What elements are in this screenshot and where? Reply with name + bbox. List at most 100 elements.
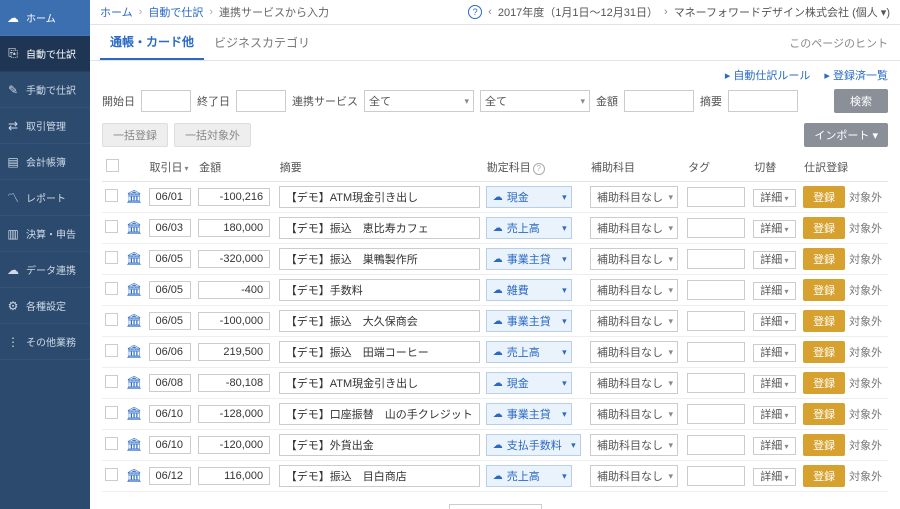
account-select[interactable]: 事業主貸: [486, 403, 572, 425]
row-checkbox[interactable]: [105, 344, 118, 357]
sidebar-item-link[interactable]: ☁データ連携: [0, 252, 90, 288]
subaccount-select[interactable]: 補助科目なし: [590, 186, 678, 208]
desc-input[interactable]: 【デモ】ATM現金引き出し: [279, 372, 480, 394]
row-checkbox[interactable]: [105, 282, 118, 295]
detail-button[interactable]: 詳細: [753, 251, 795, 269]
bulk-exclude-button[interactable]: 一括対象外: [174, 123, 251, 147]
service-select-2[interactable]: 全て: [480, 90, 590, 112]
account-select[interactable]: 事業主貸: [486, 248, 572, 270]
detail-button[interactable]: 詳細: [753, 189, 795, 207]
exclude-button[interactable]: 対象外: [849, 378, 882, 390]
account-select[interactable]: 雑費: [486, 279, 572, 301]
link-auto-rule[interactable]: ▸ 自動仕訳ルール: [725, 67, 811, 83]
bulk-register-button[interactable]: 一括登録: [102, 123, 168, 147]
exclude-button[interactable]: 対象外: [849, 440, 882, 452]
tag-input[interactable]: [687, 280, 745, 300]
memo-input[interactable]: [728, 90, 798, 112]
date-input[interactable]: 06/10: [149, 436, 191, 454]
subaccount-select[interactable]: 補助科目なし: [590, 310, 678, 332]
account-select[interactable]: 売上高: [486, 217, 572, 239]
show-more-button[interactable]: 続きを表示: [449, 504, 542, 509]
desc-input[interactable]: 【デモ】外貨出金: [279, 434, 480, 456]
date-input[interactable]: 06/03: [149, 219, 191, 237]
row-checkbox[interactable]: [105, 251, 118, 264]
subaccount-select[interactable]: 補助科目なし: [590, 217, 678, 239]
bank-icon[interactable]: 🏛: [126, 189, 143, 204]
bank-icon[interactable]: 🏛: [126, 406, 143, 421]
row-checkbox[interactable]: [105, 375, 118, 388]
col-date[interactable]: 取引日: [146, 153, 196, 182]
bank-icon[interactable]: 🏛: [126, 251, 143, 266]
register-button[interactable]: 登録: [803, 403, 845, 425]
tab-passbook[interactable]: 通帳・カード他: [100, 25, 204, 60]
row-checkbox[interactable]: [105, 220, 118, 233]
tab-category[interactable]: ビジネスカテゴリ: [204, 26, 320, 59]
register-button[interactable]: 登録: [803, 372, 845, 394]
desc-input[interactable]: 【デモ】振込 大久保商会: [279, 310, 480, 332]
tag-input[interactable]: [687, 466, 745, 486]
amount-input[interactable]: [624, 90, 694, 112]
detail-button[interactable]: 詳細: [753, 220, 795, 238]
exclude-button[interactable]: 対象外: [849, 316, 882, 328]
desc-input[interactable]: 【デモ】振込 目白商店: [279, 465, 480, 487]
desc-input[interactable]: 【デモ】振込 恵比寿カフェ: [279, 217, 480, 239]
register-button[interactable]: 登録: [803, 310, 845, 332]
desc-input[interactable]: 【デモ】口座振替 山の手クレジット: [279, 403, 480, 425]
desc-input[interactable]: 【デモ】振込 巣鴨製作所: [279, 248, 480, 270]
tag-input[interactable]: [687, 404, 745, 424]
subaccount-select[interactable]: 補助科目なし: [590, 279, 678, 301]
detail-button[interactable]: 詳細: [753, 406, 795, 424]
chevron-right-icon[interactable]: ›: [664, 6, 668, 18]
account-select[interactable]: 現金: [486, 372, 572, 394]
subaccount-select[interactable]: 補助科目なし: [590, 465, 678, 487]
exclude-button[interactable]: 対象外: [849, 223, 882, 235]
desc-input[interactable]: 【デモ】手数料: [279, 279, 480, 301]
end-date-input[interactable]: [236, 90, 286, 112]
account-select[interactable]: 支払手数料: [486, 434, 581, 456]
detail-button[interactable]: 詳細: [753, 313, 795, 331]
tag-input[interactable]: [687, 311, 745, 331]
bank-icon[interactable]: 🏛: [126, 375, 143, 390]
subaccount-select[interactable]: 補助科目なし: [590, 372, 678, 394]
row-checkbox[interactable]: [105, 437, 118, 450]
date-input[interactable]: 06/05: [149, 250, 191, 268]
sidebar-item-settings[interactable]: ⚙各種設定: [0, 288, 90, 324]
tag-input[interactable]: [687, 373, 745, 393]
tag-input[interactable]: [687, 435, 745, 455]
subaccount-select[interactable]: 補助科目なし: [590, 341, 678, 363]
detail-button[interactable]: 詳細: [753, 437, 795, 455]
tag-input[interactable]: [687, 187, 745, 207]
date-input[interactable]: 06/01: [149, 188, 191, 206]
date-input[interactable]: 06/05: [149, 312, 191, 330]
sidebar-item-other[interactable]: ⋮その他業務: [0, 324, 90, 360]
exclude-button[interactable]: 対象外: [849, 347, 882, 359]
detail-button[interactable]: 詳細: [753, 375, 795, 393]
row-checkbox[interactable]: [105, 189, 118, 202]
bank-icon[interactable]: 🏛: [126, 344, 143, 359]
detail-button[interactable]: 詳細: [753, 468, 795, 486]
sidebar-item-manual[interactable]: ✎手動で仕訳: [0, 72, 90, 108]
page-hint[interactable]: このページのヒント: [789, 35, 888, 51]
date-input[interactable]: 06/08: [149, 374, 191, 392]
account-select[interactable]: 売上高: [486, 341, 572, 363]
detail-button[interactable]: 詳細: [753, 344, 795, 362]
desc-input[interactable]: 【デモ】振込 田端コーヒー: [279, 341, 480, 363]
register-button[interactable]: 登録: [803, 279, 845, 301]
crumb-home[interactable]: ホーム: [100, 4, 133, 20]
detail-button[interactable]: 詳細: [753, 282, 795, 300]
exclude-button[interactable]: 対象外: [849, 254, 882, 266]
sidebar-item-closing[interactable]: ▥決算・申告: [0, 216, 90, 252]
tag-input[interactable]: [687, 249, 745, 269]
tag-input[interactable]: [687, 218, 745, 238]
sidebar-item-auto[interactable]: ⎘自動で仕訳: [0, 36, 90, 72]
exclude-button[interactable]: 対象外: [849, 192, 882, 204]
register-button[interactable]: 登録: [803, 217, 845, 239]
company-select[interactable]: マネーフォワードデザイン株式会社 (個人 ▾): [674, 4, 890, 20]
subaccount-select[interactable]: 補助科目なし: [590, 248, 678, 270]
subaccount-select[interactable]: 補助科目なし: [590, 434, 678, 456]
crumb-auto[interactable]: 自動で仕訳: [148, 4, 203, 20]
row-checkbox[interactable]: [105, 406, 118, 419]
date-input[interactable]: 06/10: [149, 405, 191, 423]
date-input[interactable]: 06/05: [149, 281, 191, 299]
bank-icon[interactable]: 🏛: [126, 313, 143, 328]
